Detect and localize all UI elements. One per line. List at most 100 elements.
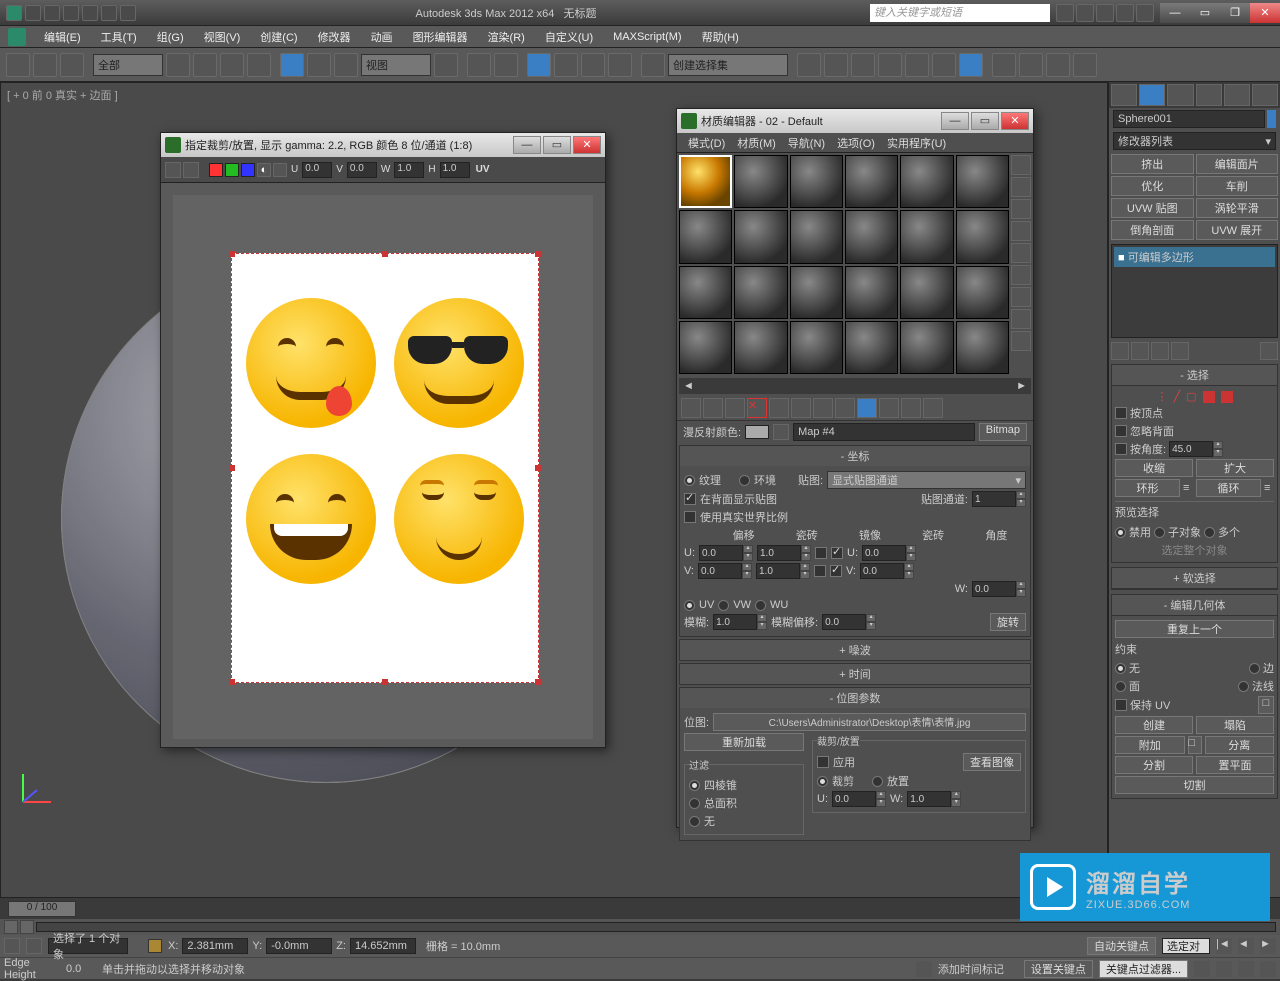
sample-slot[interactable] <box>900 155 953 208</box>
exchange-icon[interactable] <box>1096 4 1114 22</box>
u-tile-input[interactable] <box>757 545 801 561</box>
btn-rotate[interactable]: 旋转 <box>990 613 1026 631</box>
go-parent-icon[interactable] <box>901 398 921 418</box>
qat-open-icon[interactable] <box>44 5 60 21</box>
tab-utilities-icon[interactable] <box>1252 84 1278 106</box>
rad-multi[interactable] <box>1204 527 1215 538</box>
angle-snap-icon[interactable] <box>554 53 578 77</box>
mat-menu-utilities[interactable]: 实用程序(U) <box>882 134 951 152</box>
chk-u-tile[interactable] <box>831 547 843 559</box>
crop-min-button[interactable]: — <box>513 136 541 154</box>
menu-tools[interactable]: 工具(T) <box>93 27 145 47</box>
btn-lathe[interactable]: 车削 <box>1196 176 1279 196</box>
qat-dropdown-icon[interactable] <box>120 5 136 21</box>
btn-autokey[interactable]: 自动关键点 <box>1087 937 1156 955</box>
sample-type-icon[interactable] <box>1011 155 1031 175</box>
crop-u-input[interactable]: 0.0 <box>302 162 332 178</box>
sample-slot[interactable] <box>845 210 898 263</box>
stack-pin-icon[interactable] <box>1111 342 1129 360</box>
menu-create[interactable]: 创建(C) <box>252 27 305 47</box>
menu-rendering[interactable]: 渲染(R) <box>480 27 533 47</box>
rad-filter-none[interactable] <box>689 816 700 827</box>
show-map-icon[interactable] <box>857 398 877 418</box>
curve-editor-icon[interactable] <box>905 53 929 77</box>
mat-menu-mode[interactable]: 模式(D) <box>683 134 730 152</box>
v-offset-input[interactable] <box>698 563 742 579</box>
u-offset-input[interactable] <box>699 545 743 561</box>
blur-input[interactable] <box>713 614 757 630</box>
btn-ring[interactable]: 环形 <box>1115 479 1180 497</box>
btn-preserve-uv-settings[interactable]: □ <box>1258 696 1274 714</box>
swatch-green[interactable] <box>225 163 239 177</box>
sample-slot[interactable] <box>679 210 732 263</box>
sample-slot-1[interactable] <box>679 155 732 208</box>
btn-detach[interactable]: 分离 <box>1205 736 1275 754</box>
mono-icon[interactable] <box>273 163 287 177</box>
chk-ignoreback[interactable] <box>1115 425 1127 437</box>
chk-apply[interactable] <box>817 756 829 768</box>
btn-slice[interactable]: 分割 <box>1115 756 1193 774</box>
sample-slot[interactable] <box>845 266 898 319</box>
mat-menu-options[interactable]: 选项(O) <box>832 134 880 152</box>
rad-wu[interactable] <box>755 600 766 611</box>
schematic-view-icon[interactable] <box>932 53 956 77</box>
go-sibling-icon[interactable] <box>923 398 943 418</box>
crop-w2-input[interactable] <box>907 791 951 807</box>
tab-create-icon[interactable] <box>1111 84 1137 106</box>
rad-texture[interactable] <box>684 475 695 486</box>
nav-pan-icon[interactable] <box>1216 961 1232 977</box>
sample-slot[interactable] <box>790 266 843 319</box>
qat-redo-icon[interactable] <box>101 5 117 21</box>
crop-dialog-titlebar[interactable]: 指定裁剪/放置, 显示 gamma: 2.2, RGB 颜色 8 位/通道 (1… <box>161 133 605 157</box>
sample-slot[interactable] <box>956 321 1009 374</box>
chk-byvertex[interactable] <box>1115 407 1127 419</box>
rad-uv[interactable] <box>684 600 695 611</box>
rad-filter-pyr[interactable] <box>689 780 700 791</box>
btn-setkey[interactable]: 设置关键点 <box>1024 960 1093 978</box>
nav-zoom-icon[interactable] <box>1194 961 1210 977</box>
restore-button[interactable]: ❐ <box>1220 3 1250 23</box>
percent-snap-icon[interactable] <box>581 53 605 77</box>
btn-uvwunwrap[interactable]: UVW 展开 <box>1196 220 1279 240</box>
chk-realworld[interactable] <box>684 511 696 523</box>
reset-map-icon[interactable]: ✕ <box>747 398 767 418</box>
qat-undo-icon[interactable] <box>82 5 98 21</box>
backlight-icon[interactable] <box>1011 177 1031 197</box>
select-move-icon[interactable] <box>280 53 304 77</box>
minimize-button[interactable]: — <box>1160 3 1190 23</box>
sample-slot[interactable] <box>679 266 732 319</box>
make-unique-icon[interactable] <box>791 398 811 418</box>
key-sel-dropdown[interactable]: 选定对 <box>1162 938 1210 954</box>
trackbar[interactable] <box>0 919 1280 935</box>
sample-slot[interactable] <box>900 321 953 374</box>
menu-help[interactable]: 帮助(H) <box>694 27 747 47</box>
sample-uv-icon[interactable] <box>1011 221 1031 241</box>
render-iterative-icon[interactable] <box>1073 53 1097 77</box>
btn-loop[interactable]: 循环 <box>1196 479 1261 497</box>
subobj-element-icon[interactable] <box>1221 391 1233 403</box>
make-preview-icon[interactable] <box>1011 265 1031 285</box>
modifier-stack[interactable]: ■ 可编辑多边形 <box>1111 244 1278 338</box>
edit-named-sel-icon[interactable] <box>641 53 665 77</box>
sample-slot[interactable] <box>845 155 898 208</box>
time-slider-thumb[interactable]: 0 / 100 <box>8 901 76 917</box>
menu-edit[interactable]: 编辑(E) <box>36 27 89 47</box>
align-icon[interactable] <box>824 53 848 77</box>
btn-reload[interactable]: 重新加载 <box>684 733 804 751</box>
btn-create[interactable]: 创建 <box>1115 716 1193 734</box>
rendered-frame-icon[interactable] <box>1019 53 1043 77</box>
mirror-icon[interactable] <box>797 53 821 77</box>
btn-keyfilters[interactable]: 关键点过滤器... <box>1099 960 1188 978</box>
link-icon[interactable] <box>6 53 30 77</box>
sample-slot[interactable] <box>734 321 787 374</box>
angle-input[interactable] <box>1169 441 1213 457</box>
tab-display-icon[interactable] <box>1224 84 1250 106</box>
v-angle-input[interactable] <box>860 563 904 579</box>
chk-show-back[interactable] <box>684 493 696 505</box>
layers-icon[interactable] <box>851 53 875 77</box>
nav-maxtoggle-icon[interactable] <box>1260 961 1276 977</box>
put-to-lib-icon[interactable] <box>813 398 833 418</box>
btn-grow[interactable]: 扩大 <box>1196 459 1274 477</box>
select-by-name-icon[interactable] <box>193 53 217 77</box>
object-name-field[interactable] <box>1113 110 1265 128</box>
